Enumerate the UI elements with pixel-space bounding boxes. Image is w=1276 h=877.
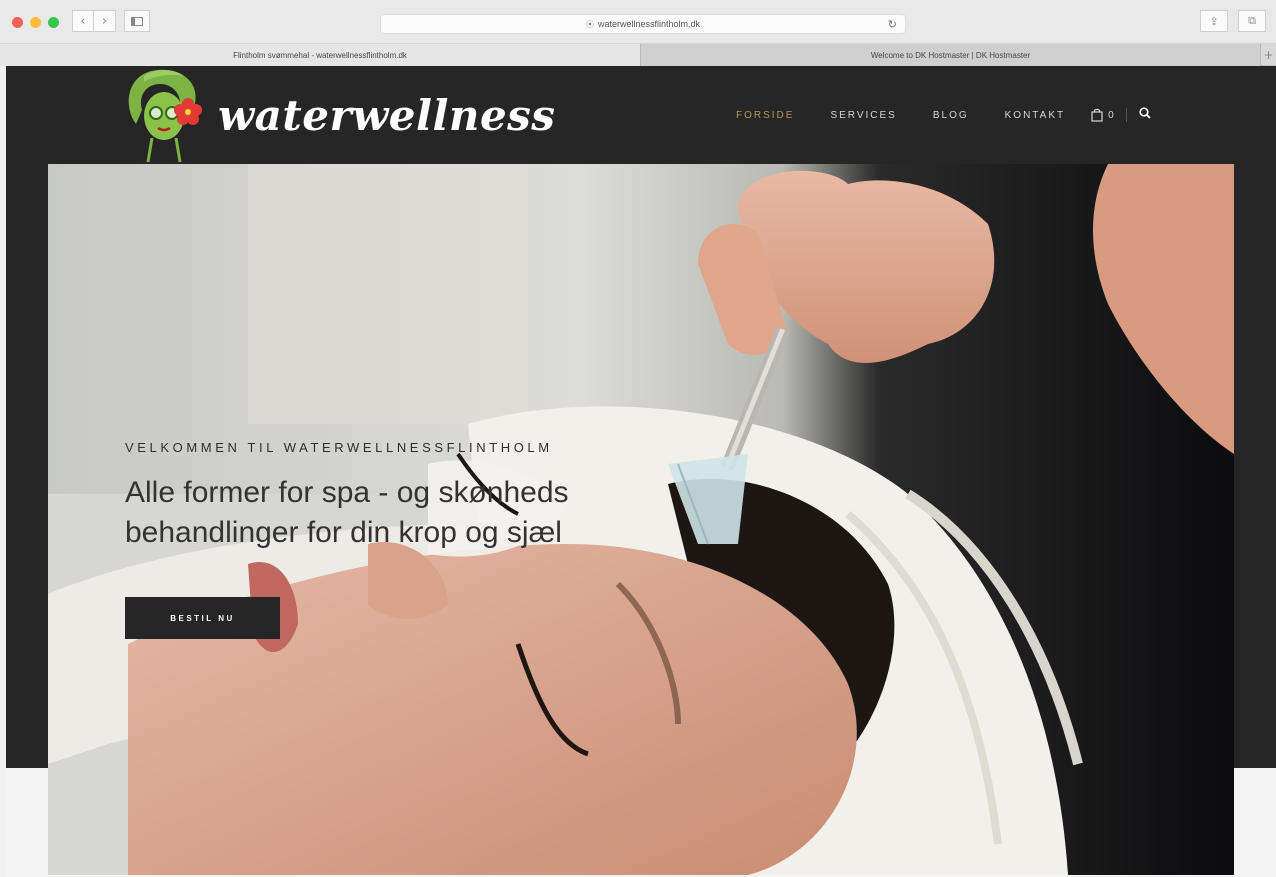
url-text: waterwellnessflintholm.dk [597,19,701,29]
main-nav: FORSIDE SERVICES BLOG KONTAKT 0 [736,66,1151,164]
nav-item-services[interactable]: SERVICES [830,110,896,121]
chevron-left-icon: ‹ [80,13,86,29]
share-button[interactable]: ⇪ [1200,10,1228,32]
website: waterwellness FORSIDE SERVICES BLOG KONT… [6,66,1276,877]
site-logo[interactable]: waterwellness [122,66,555,164]
lock-icon: ⦿ [585,19,594,29]
zoom-window-button[interactable] [48,17,59,28]
forward-button[interactable]: › [94,10,116,32]
reload-icon[interactable]: ↻ [888,18,897,31]
tab-label: Welcome to DK Hostmaster | DK Hostmaster [870,50,1031,60]
tab-label: Flintholm svømmehal - waterwellnessflint… [233,50,407,60]
browser-toolbar: ‹ › ⦿ waterwellnessflintholm.dk ↻ ⇪ ⧉ [0,0,1276,44]
spa-face-logo-icon [128,69,202,163]
cart-count: 0 [1108,109,1114,121]
tab-flintholm[interactable]: Flintholm svømmehal - waterwellnessflint… [0,44,640,66]
hero-content: VELKOMMEN TIL WATERWELLNESSFLINTHOLM All… [125,440,645,639]
new-tab-button[interactable]: + [1260,44,1276,66]
tab-dk-hostmaster[interactable]: Welcome to DK Hostmaster | DK Hostmaster [640,44,1260,66]
tabs-overview-icon: ⧉ [1248,14,1256,27]
back-button[interactable]: ‹ [72,10,94,32]
sidebar-toggle-button[interactable] [124,10,150,32]
hero-headline-line-2: behandlinger for din krop og sjæl [125,516,562,549]
hero-headline-line-1: Alle former for spa - og skønheds [125,476,569,509]
site-header: waterwellness FORSIDE SERVICES BLOG KONT… [6,66,1276,164]
browser-window: ‹ › ⦿ waterwellnessflintholm.dk ↻ ⇪ ⧉ Fl… [0,0,1276,877]
sidebar-icon [131,16,143,26]
search-icon [1139,107,1151,119]
hero-headline: Alle former for spa - og skønheds behand… [125,473,645,553]
nav-divider [1125,108,1127,122]
minimize-window-button[interactable] [30,17,41,28]
history-buttons: ‹ › [72,10,116,32]
show-tabs-button[interactable]: ⧉ [1238,10,1266,32]
tab-strip: Flintholm svømmehal - waterwellnessflint… [0,44,1276,66]
hero-eyebrow: VELKOMMEN TIL WATERWELLNESSFLINTHOLM [125,440,553,455]
nav-item-kontakt[interactable]: KONTAKT [1005,110,1065,121]
nav-item-forside[interactable]: FORSIDE [736,110,794,121]
window-controls [12,17,59,28]
book-now-button[interactable]: BESTIL NU [125,597,280,639]
logo-wordmark: waterwellness [218,90,556,140]
address-bar[interactable]: ⦿ waterwellnessflintholm.dk ↻ [380,14,906,34]
shopping-bag-icon [1091,108,1103,122]
nav-item-blog[interactable]: BLOG [933,110,969,121]
search-button[interactable] [1139,106,1151,124]
close-window-button[interactable] [12,17,23,28]
share-icon: ⇪ [1209,14,1219,28]
chevron-right-icon: › [101,13,108,29]
cart-button[interactable]: 0 [1091,108,1114,122]
hero-banner: VELKOMMEN TIL WATERWELLNESSFLINTHOLM All… [48,164,1234,875]
